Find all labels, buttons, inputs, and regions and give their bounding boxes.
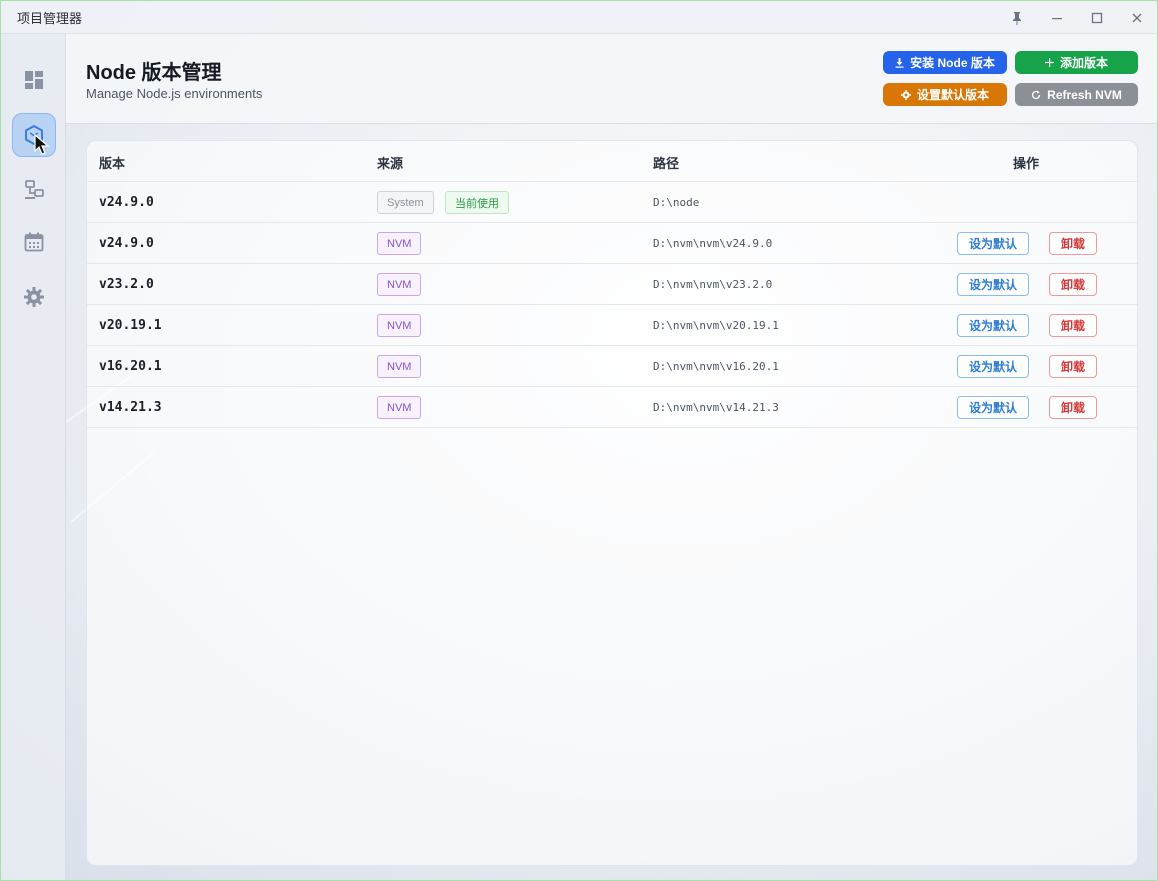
path-cell: D:\node xyxy=(653,196,700,209)
page-title: Node 版本管理 xyxy=(86,62,222,84)
path-cell: D:\nvm\nvm\v23.2.0 xyxy=(653,278,773,291)
sidebar-item-calendar[interactable] xyxy=(12,220,56,264)
column-header-version: 版本 xyxy=(99,156,126,171)
set-default-version-button[interactable]: 设置默认版本 xyxy=(883,83,1007,106)
source-tag-nvm: NVM xyxy=(377,355,422,378)
minimize-button[interactable] xyxy=(1037,1,1077,34)
versions-table: 版本 来源 路径 操作 v24.9.0 System 当前使用 D:\node … xyxy=(86,140,1138,866)
table-row: v23.2.0 NVM D:\nvm\nvm\v23.2.0 设为默认 卸载 xyxy=(87,264,1137,305)
cursor-icon xyxy=(34,134,50,155)
sidebar-item-node-versions[interactable] xyxy=(12,113,56,157)
table-row-system: v24.9.0 System 当前使用 D:\node xyxy=(87,182,1137,223)
sidebar-item-settings[interactable] xyxy=(12,275,56,319)
refresh-icon xyxy=(1032,90,1041,99)
column-header-path: 路径 xyxy=(653,156,680,171)
gear-icon xyxy=(24,287,44,307)
sidebar-item-dashboard[interactable] xyxy=(12,58,56,102)
table-row: v24.9.0 NVM D:\nvm\nvm\v24.9.0 设为默认 卸载 xyxy=(87,223,1137,264)
page-subtitle: Manage Node.js environments xyxy=(86,86,263,101)
current-in-use-badge: 当前使用 xyxy=(445,191,509,214)
set-default-button[interactable]: 设为默认 xyxy=(957,355,1029,378)
uninstall-button[interactable]: 卸载 xyxy=(1049,232,1097,255)
version-cell: v14.21.3 xyxy=(99,400,162,415)
pin-icon xyxy=(1013,11,1021,25)
path-cell: D:\nvm\nvm\v20.19.1 xyxy=(653,319,779,332)
sidebar-item-network[interactable] xyxy=(12,168,56,212)
close-button[interactable] xyxy=(1117,1,1157,34)
version-cell: v20.19.1 xyxy=(99,318,162,333)
column-header-source: 来源 xyxy=(377,156,404,171)
set-default-button[interactable]: 设为默认 xyxy=(957,273,1029,296)
version-cell: v24.9.0 xyxy=(99,236,154,251)
table-row: v20.19.1 NVM D:\nvm\nvm\v20.19.1 设为默认 卸载 xyxy=(87,305,1137,346)
column-header-actions: 操作 xyxy=(1013,156,1040,171)
source-tag-nvm: NVM xyxy=(377,396,422,419)
set-default-button[interactable]: 设为默认 xyxy=(957,314,1029,337)
version-cell: v23.2.0 xyxy=(99,277,154,292)
uninstall-button[interactable]: 卸载 xyxy=(1049,314,1097,337)
path-cell: D:\nvm\nvm\v16.20.1 xyxy=(653,360,779,373)
source-tag-system: System xyxy=(377,191,434,214)
network-icon xyxy=(25,180,44,199)
gear-icon xyxy=(900,89,911,100)
maximize-icon xyxy=(1091,12,1103,23)
sidebar xyxy=(1,34,66,880)
add-version-label: 添加版本 xyxy=(1059,56,1108,70)
uninstall-button[interactable]: 卸载 xyxy=(1049,273,1097,296)
app-window: 项目管理器 Node 版本管理 Manage Node.js environme… xyxy=(0,0,1158,881)
pin-button[interactable] xyxy=(997,1,1037,34)
download-icon xyxy=(895,57,904,68)
dashboard-icon xyxy=(25,71,43,89)
set-default-button[interactable]: 设为默认 xyxy=(957,396,1029,419)
table-row: v16.20.1 NVM D:\nvm\nvm\v16.20.1 设为默认 卸载 xyxy=(87,346,1137,387)
window-controls xyxy=(997,1,1157,34)
minimize-icon xyxy=(1052,17,1062,19)
source-tag-nvm: NVM xyxy=(377,232,422,255)
set-default-button[interactable]: 设为默认 xyxy=(957,232,1029,255)
calendar-icon xyxy=(24,232,44,252)
uninstall-button[interactable]: 卸载 xyxy=(1049,396,1097,419)
version-cell: v16.20.1 xyxy=(99,359,162,374)
refresh-nvm-label: Refresh NVM xyxy=(1047,87,1122,102)
page-header: Node 版本管理 Manage Node.js environments 安装… xyxy=(66,34,1157,124)
table-header: 版本 来源 路径 操作 xyxy=(87,141,1137,182)
table-row: v14.21.3 NVM D:\nvm\nvm\v14.21.3 设为默认 卸载 xyxy=(87,387,1137,428)
window-title: 项目管理器 xyxy=(17,10,83,26)
source-tag-nvm: NVM xyxy=(377,273,422,296)
set-default-version-label: 设置默认版本 xyxy=(916,88,989,102)
install-node-button[interactable]: 安装 Node 版本 xyxy=(883,51,1007,74)
uninstall-button[interactable]: 卸载 xyxy=(1049,355,1097,378)
close-icon xyxy=(1132,13,1142,22)
source-tag-nvm: NVM xyxy=(377,314,422,337)
version-cell: v24.9.0 xyxy=(99,195,154,210)
title-bar: 项目管理器 xyxy=(1,1,1157,34)
install-node-label: 安装 Node 版本 xyxy=(910,56,995,70)
plus-icon xyxy=(1044,58,1054,67)
path-cell: D:\nvm\nvm\v24.9.0 xyxy=(653,237,773,250)
add-version-button[interactable]: 添加版本 xyxy=(1015,51,1138,74)
maximize-button[interactable] xyxy=(1077,1,1117,34)
path-cell: D:\nvm\nvm\v14.21.3 xyxy=(653,401,779,414)
refresh-nvm-button[interactable]: Refresh NVM xyxy=(1015,83,1138,106)
